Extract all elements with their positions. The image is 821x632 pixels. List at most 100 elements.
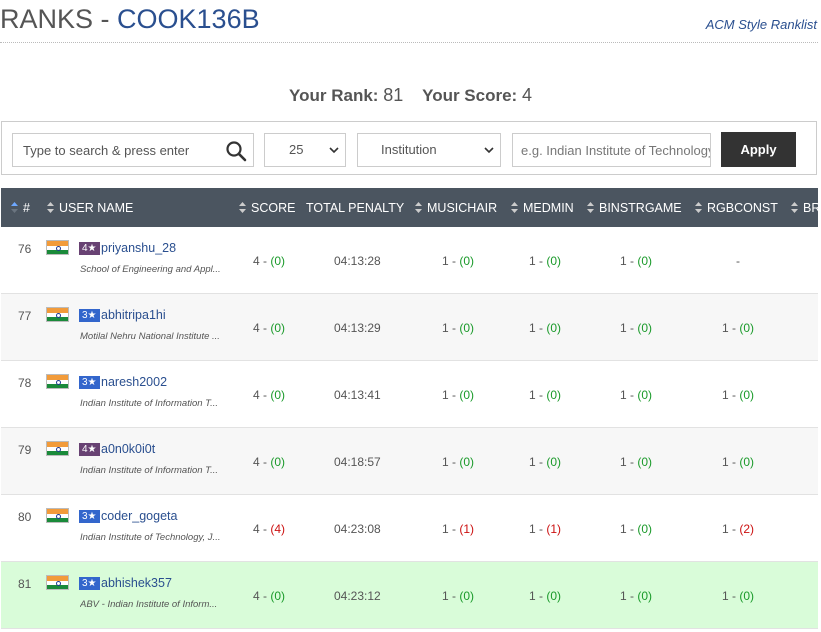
username-link[interactable]: abhishek357	[101, 576, 172, 590]
institution-text: Indian Institute of Technology, J...	[80, 532, 221, 543]
penalty-time-cell: 04:13:29	[334, 321, 381, 335]
institution-text: Indian Institute of Information T...	[80, 465, 219, 476]
col-musichair-label: MUSICHAIR	[427, 201, 498, 215]
acm-ranklist-link[interactable]: ACM Style Ranklist	[706, 17, 817, 32]
score-cell: 4 - (0)	[253, 589, 286, 603]
divider	[0, 42, 818, 43]
problem-musichair-cell: 1 - (0)	[442, 388, 475, 402]
col-medmin[interactable]: MEDMIN	[511, 188, 574, 228]
institution-text: School of Engineering and Appl...	[80, 264, 221, 275]
star-rating-badge: 4★	[79, 242, 100, 255]
sort-icon	[47, 202, 54, 213]
table-row: 78 3★ naresh2002 Indian Institute of Inf…	[1, 361, 818, 428]
sort-icon	[11, 202, 18, 213]
problem-musichair-cell: 1 - (0)	[442, 321, 475, 335]
col-binstrgame-label: BINSTRGAME	[599, 201, 682, 215]
score-cell: 4 - (4)	[253, 522, 286, 536]
sort-icon	[695, 202, 702, 213]
problem-binstrgame-cell: 1 - (0)	[620, 254, 653, 268]
problem-musichair-cell: 1 - (0)	[442, 254, 475, 268]
filter-type-value: Institution	[381, 142, 437, 157]
score-cell: 4 - (0)	[253, 254, 286, 268]
sort-icon	[587, 202, 594, 213]
score-cell: 4 - (0)	[253, 321, 286, 335]
india-flag-icon	[46, 240, 69, 255]
username-link[interactable]: a0n0k0i0t	[101, 442, 155, 456]
problem-binstrgame-cell: 1 - (0)	[620, 455, 653, 469]
problem-rgbconst-cell: -	[736, 254, 740, 268]
penalty-time-cell: 04:13:41	[334, 388, 381, 402]
problem-binstrgame-cell: 1 - (0)	[620, 589, 653, 603]
col-rank[interactable]: #	[11, 188, 30, 228]
search-input[interactable]	[13, 134, 223, 166]
col-br[interactable]: BR	[791, 188, 820, 228]
rank-cell: 80	[18, 510, 32, 524]
problem-binstrgame-cell: 1 - (0)	[620, 522, 653, 536]
problem-binstrgame-cell: 1 - (0)	[620, 388, 653, 402]
col-binstrgame[interactable]: BINSTRGAME	[587, 188, 682, 228]
filter-type-select[interactable]: Institution	[357, 133, 501, 167]
sort-icon	[415, 202, 422, 213]
rank-cell: 78	[18, 376, 32, 390]
score-cell: 4 - (0)	[253, 388, 286, 402]
institution-input[interactable]	[513, 134, 710, 166]
problem-rgbconst-cell: 1 - (0)	[722, 321, 755, 335]
star-rating-badge: 3★	[79, 376, 100, 389]
score-value: 4	[521, 85, 532, 105]
col-username[interactable]: USER NAME	[47, 188, 133, 228]
score-cell: 4 - (0)	[253, 455, 286, 469]
per-page-select[interactable]: 25	[264, 133, 346, 167]
col-rgbconst-label: RGBCONST	[707, 201, 778, 215]
penalty-time-cell: 04:13:28	[334, 254, 381, 268]
sort-icon	[511, 202, 518, 213]
star-rating-badge: 3★	[79, 510, 100, 523]
table-row: 80 3★ coder_gogeta Indian Institute of T…	[1, 495, 818, 562]
institution-text: Indian Institute of Information T...	[80, 398, 219, 409]
penalty-time-cell: 04:23:12	[334, 589, 381, 603]
penalty-time-cell: 04:23:08	[334, 522, 381, 536]
col-penalty-label: TOTAL PENALTY	[306, 201, 405, 215]
col-musichair[interactable]: MUSICHAIR	[415, 188, 497, 228]
table-row: 77 3★ abhitripa1hi Motilal Nehru Nationa…	[1, 294, 818, 361]
col-score[interactable]: SCORE	[239, 188, 295, 228]
username-link[interactable]: abhitripa1hi	[101, 308, 166, 322]
user-summary: Your Rank: 81 Your Score: 4	[0, 85, 821, 106]
col-br-label: BR	[803, 201, 821, 215]
rank-label: Your Rank:	[289, 86, 379, 105]
star-rating-badge: 3★	[79, 577, 100, 590]
username-link[interactable]: coder_gogeta	[101, 509, 177, 523]
sort-icon	[791, 202, 798, 213]
problem-musichair-cell: 1 - (1)	[442, 522, 475, 536]
apply-button[interactable]: Apply	[721, 132, 796, 167]
title-prefix: RANKS -	[0, 4, 118, 34]
problem-medmin-cell: 1 - (0)	[529, 455, 562, 469]
india-flag-icon	[46, 374, 69, 389]
rank-cell: 76	[18, 242, 32, 256]
col-medmin-label: MEDMIN	[523, 201, 574, 215]
problem-medmin-cell: 1 - (0)	[529, 589, 562, 603]
rank-cell: 79	[18, 443, 32, 457]
penalty-time-cell: 04:18:57	[334, 455, 381, 469]
institution-field	[512, 133, 711, 167]
problem-rgbconst-cell: 1 - (0)	[722, 455, 755, 469]
india-flag-icon	[46, 508, 69, 523]
chevron-down-icon	[329, 147, 339, 154]
search-icon[interactable]	[225, 140, 247, 162]
problem-medmin-cell: 1 - (0)	[529, 388, 562, 402]
star-rating-badge: 4★	[79, 443, 100, 456]
problem-rgbconst-cell: 1 - (0)	[722, 589, 755, 603]
table-row-current-user: 81 3★ abhishek357 ABV - Indian Institute…	[1, 562, 818, 629]
col-penalty: TOTAL PENALTY	[306, 188, 404, 228]
institution-text: Motilal Nehru National Institute ...	[80, 331, 220, 342]
india-flag-icon	[46, 307, 69, 322]
username-link[interactable]: priyanshu_28	[101, 241, 176, 255]
username-link[interactable]: naresh2002	[101, 375, 167, 389]
problem-medmin-cell: 1 - (1)	[529, 522, 562, 536]
ranklist-table: 76 4★ priyanshu_28 School of Engineering…	[1, 227, 818, 629]
page-title: RANKS - COOK136B	[0, 2, 260, 36]
problem-medmin-cell: 1 - (0)	[529, 254, 562, 268]
problem-rgbconst-cell: 1 - (2)	[722, 522, 755, 536]
col-rgbconst[interactable]: RGBCONST	[695, 188, 778, 228]
table-row: 79 4★ a0n0k0i0t Indian Institute of Info…	[1, 428, 818, 495]
table-header: # USER NAME SCORE TOTAL PENALTY MUSICHAI…	[1, 188, 820, 228]
